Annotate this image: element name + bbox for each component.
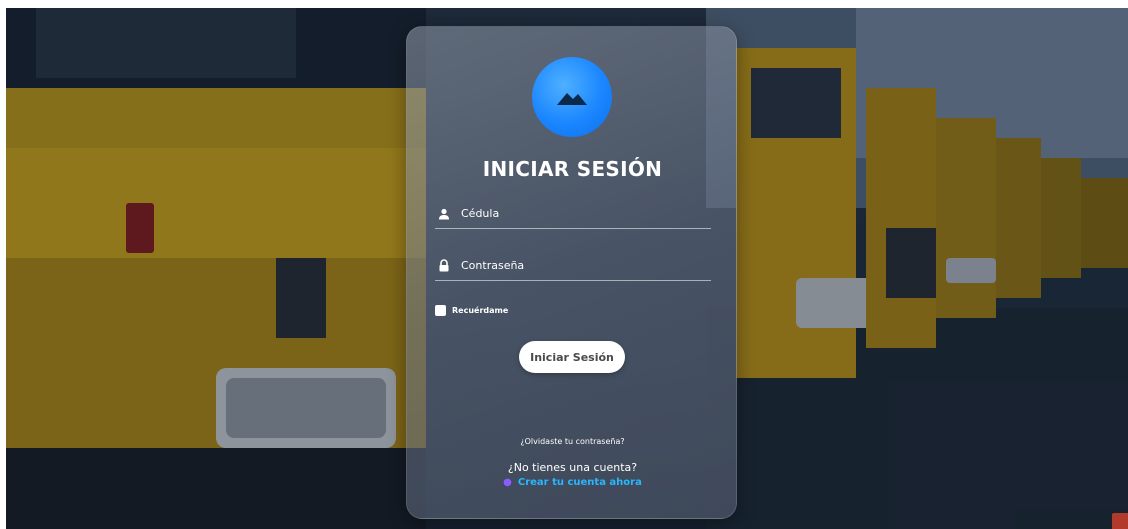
forgot-password-link[interactable]: ¿Olvidaste tu contraseña? (407, 437, 738, 446)
lock-icon (437, 259, 451, 273)
remember-label: Recuérdame (452, 306, 509, 315)
password-field (435, 251, 711, 281)
login-button[interactable]: Iniciar Sesión (519, 341, 625, 373)
login-page: INICIAR SESIÓN Recuérdame I (6, 8, 1128, 529)
username-input[interactable] (461, 207, 691, 220)
create-account-row: ● Crear tu cuenta ahora (407, 477, 738, 488)
username-field (435, 199, 711, 229)
mountain-icon (532, 57, 612, 137)
login-card: INICIAR SESIÓN Recuérdame I (406, 26, 737, 519)
remember-checkbox[interactable] (435, 305, 446, 316)
no-account-text: ¿No tienes una cuenta? (507, 461, 638, 474)
user-icon (437, 207, 451, 221)
login-title: INICIAR SESIÓN (482, 157, 663, 181)
corner-app-icon[interactable] (1112, 513, 1128, 529)
password-input[interactable] (461, 259, 691, 272)
remember-me: Recuérdame (435, 305, 508, 316)
user-plus-icon: ● (503, 477, 512, 488)
create-account-link[interactable]: Crear tu cuenta ahora (518, 477, 642, 488)
